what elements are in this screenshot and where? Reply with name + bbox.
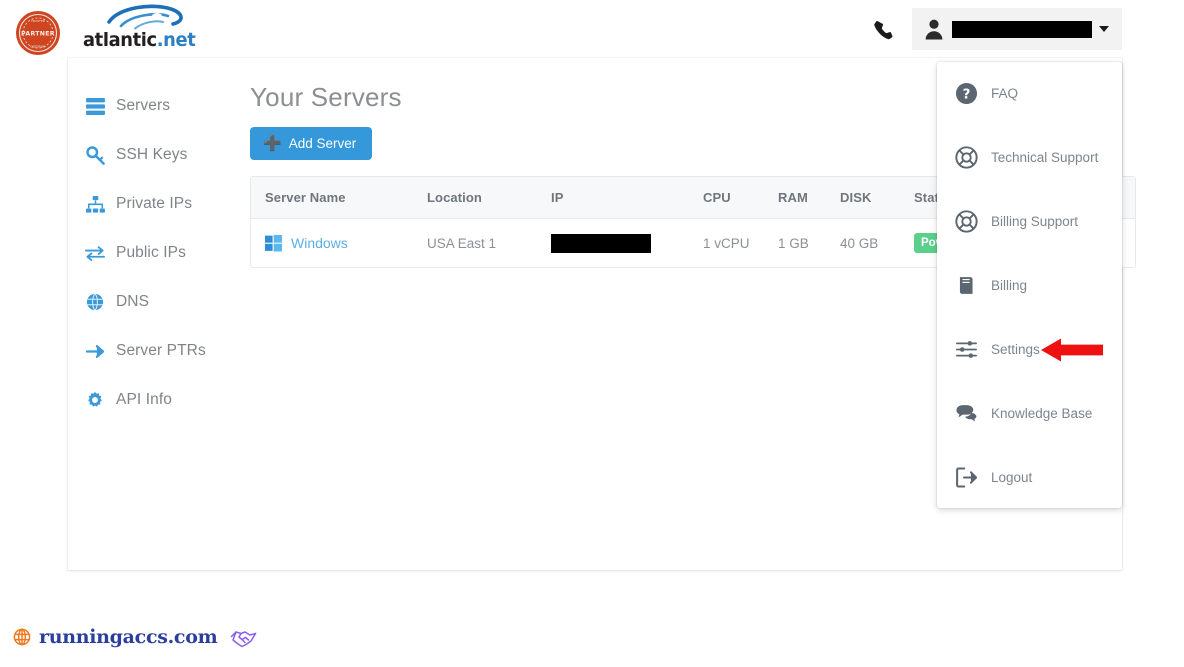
chevron-down-icon[interactable] [1099,26,1109,32]
comments-icon [954,401,978,425]
sidebar-label: API Info [116,391,172,408]
question-circle-icon: ? [954,81,978,105]
life-ring-icon [954,209,978,233]
exchange-arrows-icon [84,243,106,263]
menu-item-knowledge-base[interactable]: Knowledge Base [937,396,1122,430]
sitemap-icon [84,194,106,214]
sign-out-icon [954,465,978,489]
svg-text:CERTIFIED: CERTIFIED [30,45,46,49]
footer-site-text: runningaccs.com [39,626,218,648]
globe-icon [13,628,31,646]
red-arrow-left-icon [1041,336,1103,364]
add-server-button[interactable]: ➕ Add Server [250,127,373,160]
sidebar-label: SSH Keys [116,146,188,163]
cell-ip [551,219,703,268]
globe-icon [84,292,106,312]
windows-logo-icon [265,234,282,252]
sliders-icon [954,337,978,361]
brand-wordmark: atlantic.net [83,29,205,51]
user-name-redacted [952,20,1092,38]
sidebar-nav: Servers SSH Keys Private IPs Public IPs … [68,90,248,433]
key-icon [84,145,106,165]
sidebar-label: Servers [116,97,171,114]
arrow-right-icon [84,341,106,361]
add-server-label: Add Server [288,136,357,151]
life-ring-icon [954,145,978,169]
column-header-ram[interactable]: RAM [778,177,840,219]
column-header-ip[interactable]: IP [551,177,703,219]
cell-server-name: Windows [251,219,427,268]
top-bar: PARTNER TRUSTED CERTIFIED atlantic.net [0,0,1184,58]
column-header-cpu[interactable]: CPU [703,177,778,219]
menu-item-billing-support[interactable]: Billing Support [937,204,1122,238]
sidebar-label: Public IPs [116,244,186,261]
atlantic-net-logo[interactable]: atlantic.net [83,2,213,54]
menu-item-billing[interactable]: Billing [937,268,1122,302]
plus-icon: ➕ [263,135,282,152]
svg-text:TRUSTED: TRUSTED [30,19,46,23]
menu-item-logout[interactable]: Logout [937,460,1122,494]
sidebar-item-private-ips[interactable]: Private IPs [68,188,248,220]
menu-label: FAQ [991,85,1019,101]
menu-item-technical-support[interactable]: Technical Support [937,140,1122,174]
handshake-icon [229,624,259,650]
footer-watermark: runningaccs.com [0,617,1184,657]
ip-redacted-bar [551,233,651,253]
user-account-menu-button[interactable] [912,8,1122,50]
sidebar-label: Private IPs [116,195,193,212]
sidebar-item-public-ips[interactable]: Public IPs [68,237,248,269]
cell-cpu: 1 vCPU [703,235,750,251]
cell-ram: 1 GB [778,235,809,251]
menu-label: Logout [991,469,1033,485]
account-dropdown-menu: ? FAQ Technical Support Billing Support … [937,62,1122,508]
svg-text:?: ? [962,87,970,102]
user-icon [924,18,944,40]
book-icon [954,273,978,297]
menu-label: Settings [991,341,1040,357]
menu-label: Billing Support [991,213,1079,229]
brand-name-text: atlantic [83,29,157,51]
menu-label: Knowledge Base [991,405,1093,421]
menu-label: Technical Support [991,149,1099,165]
sidebar-item-dns[interactable]: DNS [68,286,248,318]
column-header-location[interactable]: Location [427,177,551,219]
sidebar-item-api-info[interactable]: API Info [68,384,248,416]
server-icon [84,96,106,116]
column-header-disk[interactable]: DISK [840,177,914,219]
sidebar-item-ssh-keys[interactable]: SSH Keys [68,139,248,171]
partner-badge-icon: PARTNER TRUSTED CERTIFIED [14,9,62,57]
phone-icon[interactable] [871,18,895,42]
brand-tld-text: .net [156,29,196,51]
app-root: PARTNER TRUSTED CERTIFIED atlantic.net S… [0,0,1184,667]
menu-label: Billing [991,277,1028,293]
menu-item-faq[interactable]: ? FAQ [937,76,1122,110]
server-name-link[interactable]: Windows [291,235,348,251]
sidebar-item-servers[interactable]: Servers [68,90,248,122]
cell-location: USA East 1 [427,235,497,251]
sidebar-item-server-ptrs[interactable]: Server PTRs [68,335,248,367]
sidebar-label: DNS [116,293,150,310]
svg-text:PARTNER: PARTNER [21,31,55,38]
sidebar-label: Server PTRs [116,342,206,359]
column-header-server-name[interactable]: Server Name [251,177,427,219]
cell-disk: 40 GB [840,235,879,251]
gear-icon [84,390,106,410]
